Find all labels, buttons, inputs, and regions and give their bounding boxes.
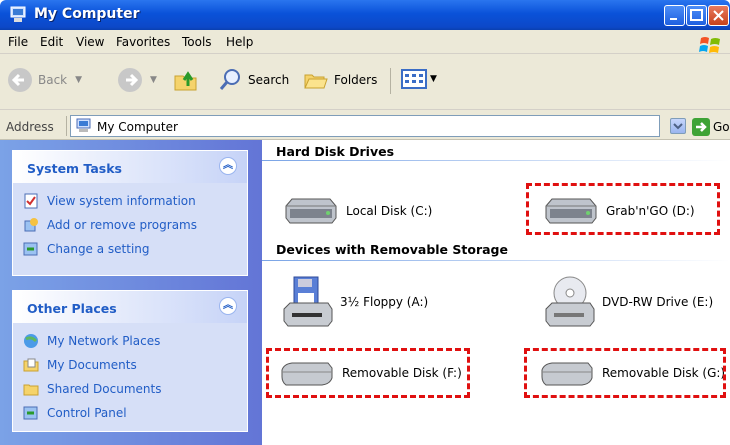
floppy-drive-icon xyxy=(283,276,333,327)
hard-disk-icon xyxy=(285,198,337,224)
menu-favorites[interactable]: Favorites xyxy=(116,35,170,49)
control-panel-icon xyxy=(23,242,38,256)
group-title-removable: Devices with Removable Storage xyxy=(276,242,508,257)
drive-local-disk-c[interactable]: Local Disk (C:) xyxy=(282,196,432,226)
menu-view[interactable]: View xyxy=(76,35,104,49)
search-button[interactable]: Search xyxy=(218,66,289,94)
search-icon xyxy=(219,69,240,90)
my-computer-icon xyxy=(10,6,28,28)
toolbar: Back ▼ ▼ Search Folders ▼ xyxy=(0,54,730,110)
address-value: My Computer xyxy=(97,120,178,134)
back-button[interactable]: Back ▼ xyxy=(6,66,82,94)
group-divider xyxy=(262,160,730,161)
shared-folder-icon xyxy=(23,384,39,396)
group-title-hard-disks: Hard Disk Drives xyxy=(276,144,395,159)
views-icon xyxy=(401,69,427,89)
highlight-box xyxy=(266,348,470,398)
folders-button[interactable]: Folders xyxy=(302,66,377,94)
system-tasks-title: System Tasks xyxy=(27,161,122,176)
place-control-panel[interactable]: Control Panel xyxy=(23,405,127,421)
control-panel-icon xyxy=(23,406,38,420)
task-view-system-info[interactable]: View system information xyxy=(23,193,196,209)
highlight-box xyxy=(524,348,726,398)
menu-file[interactable]: File xyxy=(8,35,28,49)
menu-tools[interactable]: Tools xyxy=(182,35,212,49)
add-remove-icon xyxy=(24,218,38,232)
other-places-panel: Other Places ︽ My Network Places My Docu… xyxy=(12,290,248,432)
window-title: My Computer xyxy=(34,6,140,22)
system-tasks-header[interactable]: System Tasks ︽ xyxy=(13,151,247,183)
system-info-icon xyxy=(24,193,38,209)
network-places-icon xyxy=(24,334,38,348)
address-separator xyxy=(66,116,67,136)
title-bar[interactable]: My Computer xyxy=(0,0,730,30)
place-shared-documents[interactable]: Shared Documents xyxy=(23,381,161,397)
drive-dvd-rw-e[interactable]: DVD-RW Drive (E:) xyxy=(544,275,713,329)
address-bar: Address My Computer Go xyxy=(0,110,730,140)
task-add-remove-programs[interactable]: Add or remove programs xyxy=(23,217,197,233)
drive-list: Hard Disk Drives Local Disk (C:) Grab'n'… xyxy=(262,140,730,445)
address-input[interactable]: My Computer xyxy=(70,115,660,137)
close-button[interactable] xyxy=(708,5,729,26)
maximize-button[interactable] xyxy=(686,5,707,26)
task-change-setting[interactable]: Change a setting xyxy=(23,241,150,257)
my-documents-icon xyxy=(23,358,39,372)
place-my-documents[interactable]: My Documents xyxy=(23,357,137,373)
group-divider xyxy=(262,260,730,261)
place-my-network[interactable]: My Network Places xyxy=(23,333,160,349)
other-places-header[interactable]: Other Places ︽ xyxy=(13,291,247,323)
menu-help[interactable]: Help xyxy=(226,35,253,49)
forward-arrow-icon xyxy=(118,68,142,92)
my-computer-icon xyxy=(75,118,93,137)
collapse-chevron-icon[interactable]: ︽ xyxy=(219,297,237,315)
forward-dropdown-icon[interactable]: ▼ xyxy=(150,75,157,85)
back-dropdown-icon[interactable]: ▼ xyxy=(75,75,82,85)
up-folder-button[interactable] xyxy=(172,66,200,94)
go-button[interactable]: Go xyxy=(692,118,730,136)
folders-icon xyxy=(304,74,328,89)
dvd-drive-icon xyxy=(545,276,595,327)
folder-up-icon xyxy=(174,71,197,91)
forward-button[interactable]: ▼ xyxy=(116,66,157,94)
other-places-title: Other Places xyxy=(27,301,117,316)
menu-bar: File Edit View Favorites Tools Help xyxy=(0,30,730,54)
collapse-chevron-icon[interactable]: ︽ xyxy=(219,157,237,175)
toolbar-separator xyxy=(390,68,391,94)
drive-floppy-a[interactable]: 3½ Floppy (A:) xyxy=(282,275,428,329)
go-arrow-icon xyxy=(692,118,710,136)
back-arrow-icon xyxy=(8,68,32,92)
minimize-button[interactable] xyxy=(664,5,685,26)
system-tasks-panel: System Tasks ︽ View system information A… xyxy=(12,150,248,276)
views-dropdown-icon[interactable]: ▼ xyxy=(430,74,437,84)
menu-edit[interactable]: Edit xyxy=(40,35,63,49)
task-pane: System Tasks ︽ View system information A… xyxy=(0,140,262,445)
views-button[interactable]: ▼ xyxy=(400,66,437,92)
highlight-box xyxy=(526,183,720,235)
address-label: Address xyxy=(6,120,54,134)
address-dropdown-button[interactable] xyxy=(670,118,686,134)
